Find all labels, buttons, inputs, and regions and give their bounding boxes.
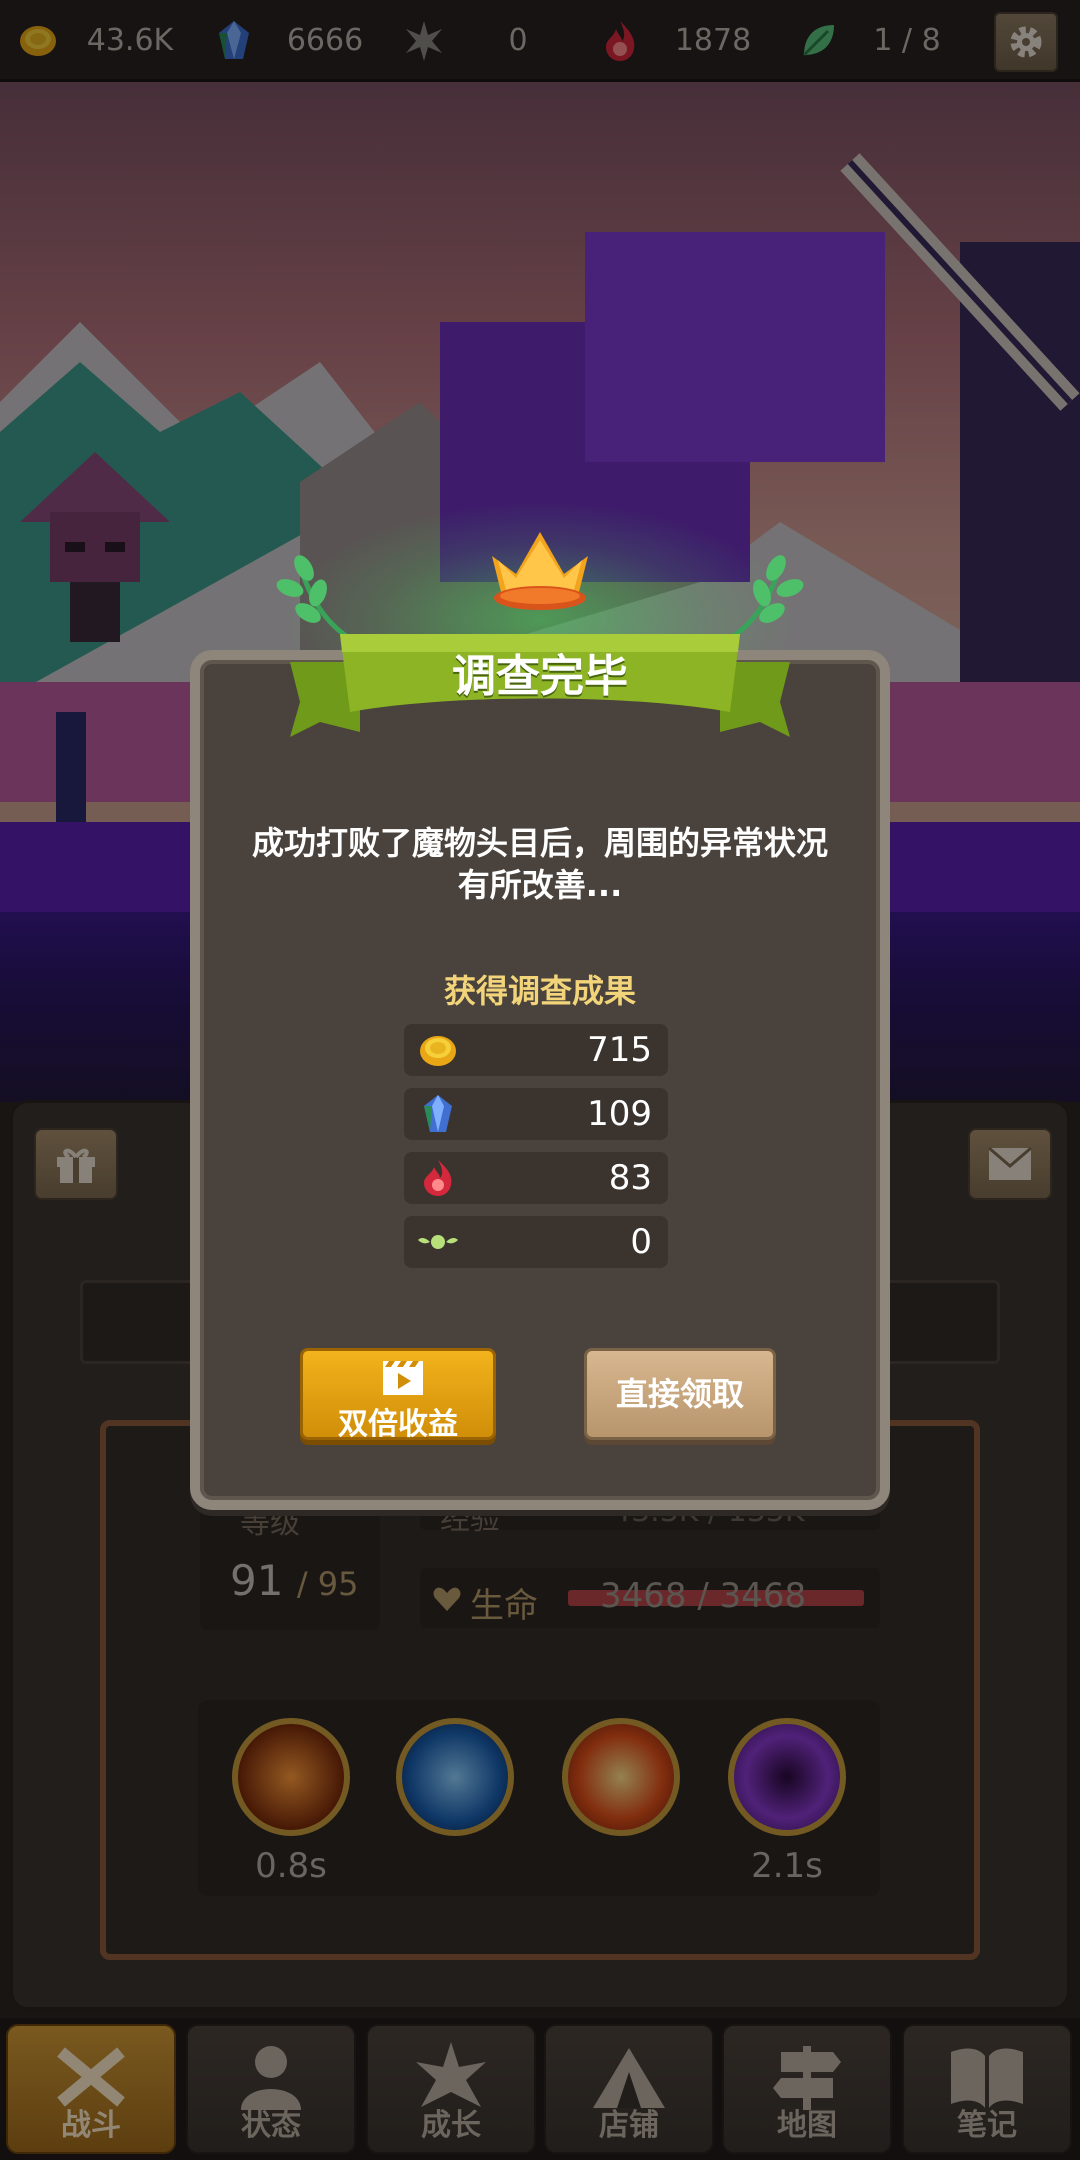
dialog-message: 成功打败了魔物头目后，周围的异常状况有所改善... <box>251 824 828 904</box>
double-reward-label: 双倍收益 <box>338 1407 458 1442</box>
crown-icon <box>492 532 588 610</box>
rewards-title: 获得调查成果 <box>443 972 636 1010</box>
video-play-icon <box>383 1361 423 1395</box>
gold-coin-icon <box>420 1036 456 1066</box>
reward-row-gold: 715 <box>404 1024 668 1076</box>
blue-gem-icon <box>424 1095 452 1132</box>
investigation-complete-dialog <box>190 650 890 1510</box>
reward-row-sprout: 0 <box>404 1216 668 1268</box>
red-flame-icon <box>424 1160 452 1196</box>
dialog-title: 调查完毕 <box>452 651 628 702</box>
green-sprout-icon <box>418 1235 458 1249</box>
reward-value-gem: 109 <box>587 1094 652 1134</box>
double-reward-button[interactable]: 双倍收益 <box>300 1348 496 1442</box>
reward-row-flame: 83 <box>404 1152 668 1204</box>
claim-directly-button[interactable]: 直接领取 <box>584 1348 776 1440</box>
claim-directly-label: 直接领取 <box>615 1375 744 1413</box>
reward-value-gold: 715 <box>587 1030 652 1070</box>
reward-row-gem: 109 <box>404 1088 668 1140</box>
reward-value-sprout: 0 <box>630 1222 652 1262</box>
reward-value-flame: 83 <box>608 1158 652 1198</box>
